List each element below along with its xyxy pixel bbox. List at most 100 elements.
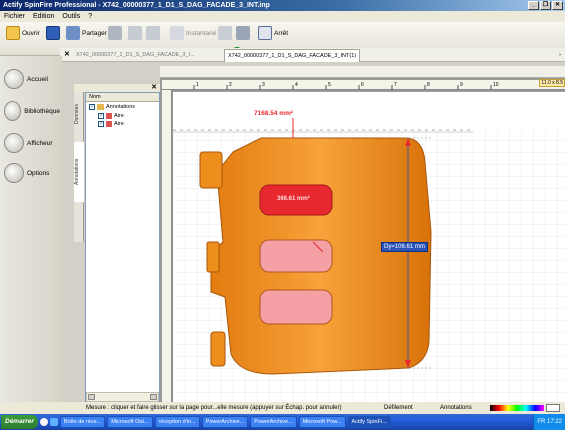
share-icon [66,26,80,40]
nav-options[interactable]: Options [4,160,60,186]
instantane-button[interactable]: Instantané [170,26,216,40]
start-button[interactable]: Démarrer [1,415,38,429]
nav-bibliotheque[interactable]: Bibliothèque [4,98,60,124]
window-title-bar: Actify SpinFire Professional - X742_0000… [0,0,565,11]
view-toolbar [160,66,565,78]
tab-donnees[interactable]: Données [74,94,84,134]
tools-icon [236,26,250,40]
tree-node-aire-1[interactable]: ✓ Aire [98,113,124,119]
minimize-button[interactable]: _ [528,1,539,10]
pad-middle[interactable] [259,239,333,273]
ruler-tick-label: 1 [196,82,199,88]
tree-node-aire-2[interactable]: ✓ Aire [98,121,124,127]
ruler-top-ticks: 1 2 3 4 5 6 7 8 9 10 [193,82,499,90]
ruler-tick-label: 2 [229,82,232,88]
nav-accueil[interactable]: Accueil [4,66,60,92]
stop-icon [258,26,272,40]
camera-button[interactable] [218,26,232,40]
tab-document-1[interactable]: X742_00000377_1_D1_S_DAG_FACADE_3_I... [76,48,195,62]
paste-icon [146,26,160,40]
nav-afficheur[interactable]: Afficheur [4,130,60,156]
menu-edition[interactable]: Edition [33,13,54,20]
nav-accueil-label: Accueil [27,75,48,83]
ruler-tick-label: 3 [262,82,265,88]
tree-label: Aire [114,121,124,127]
quicklaunch-ie-icon[interactable] [49,418,58,426]
task-outlook[interactable]: Microsoft Out... [107,416,153,428]
task-powerpoint[interactable]: Microsoft Pow... [298,416,346,428]
print-button[interactable] [108,26,122,40]
document-tabs: ✕ X742_00000377_1_D1_S_DAG_FACADE_3_I...… [60,48,565,62]
menu-outils[interactable]: Outils [62,13,80,20]
task-boite-reception[interactable]: Boîte de réce... [59,416,106,428]
ruler-tick-label: 9 [460,82,463,88]
tab-document-2[interactable]: X742_00000377_1_D1_S_DAG_FACADE_3_INT(1) [224,49,361,62]
library-icon [4,101,22,121]
tree-column-header: Nom [86,93,159,102]
ouvrir-button[interactable]: Ouvrir [6,26,40,40]
camera-icon [218,26,232,40]
status-annotations[interactable]: Annotations [440,402,472,414]
instantane-label: Instantané [186,29,217,37]
clock: 17:22 [546,419,562,425]
left-navigation: Accueil Bibliothèque Afficheur Options [0,56,62,402]
tree-label: Annotations [106,104,136,110]
ruler-top: 1 2 3 4 5 6 7 8 9 10 11.0 x 8.5 [162,79,565,90]
drawing-page[interactable]: 7168.54 mm² 366.61 mm² Dy=106.61 mm [173,92,565,402]
scroll-left-button[interactable] [88,394,95,400]
tree-horizontal-scrollbar[interactable] [86,392,159,402]
window-title: Actify SpinFire Professional - X742_0000… [3,2,270,9]
tabs-scroll-right[interactable]: › [559,48,561,62]
area-label-pad: 366.61 mm² [277,196,310,202]
tab-annotations[interactable]: Annotations [74,142,84,202]
panel-vertical-tabs: Données Annotations [74,92,84,242]
nav-afficheur-label: Afficheur [27,139,53,147]
current-color-swatch[interactable] [546,404,560,412]
window-controls: _ ❐ ✕ [528,1,563,10]
color-palette-strip[interactable] [490,405,544,411]
status-deplacement[interactable]: Défilement [384,402,413,414]
menu-help[interactable]: ? [88,13,92,20]
pad-bottom[interactable] [259,289,333,325]
system-tray: FR 17:22 [533,414,565,430]
task-reception[interactable]: réception d'in... [154,416,200,428]
status-bar: Mesure : cliquer et faire glisser sur la… [0,402,565,414]
windows-taskbar: Démarrer Boîte de réce... Microsoft Out.… [0,414,565,430]
menu-fichier[interactable]: Fichier [4,13,25,20]
viewer-icon [4,133,24,153]
copy-button[interactable] [128,26,142,40]
task-powerarchive-2[interactable]: PowerArchive... [250,416,297,428]
paste-button[interactable] [146,26,160,40]
arret-button[interactable]: Arrêt [258,26,288,40]
close-doc-icon[interactable]: ✕ [64,48,70,62]
tree-node-annotations[interactable]: ✓ Annotations [89,104,135,110]
folder-icon [6,26,20,40]
quicklaunch-icon[interactable] [39,418,48,426]
save-icon [46,26,60,40]
checkbox[interactable]: ✓ [98,113,104,119]
close-button[interactable]: ✕ [552,1,563,10]
checkbox[interactable]: ✓ [89,104,95,110]
task-powerarchive-1[interactable]: PowerArchive... [201,416,249,428]
mounting-tab-mid [206,241,220,273]
snapshot-icon [170,26,184,40]
maximize-button[interactable]: ❐ [540,1,551,10]
area-icon [106,121,112,127]
ruler-tick-label: 7 [394,82,397,88]
panel-close-icon[interactable]: ✕ [151,83,157,91]
language-indicator[interactable]: FR [537,419,545,425]
drawing-svg [173,92,565,402]
checkbox[interactable]: ✓ [98,121,104,127]
print-icon [108,26,122,40]
area-label-total: 7168.54 mm² [253,110,295,117]
menu-bar: Fichier Edition Outils ? [0,11,565,22]
partager-button[interactable]: Partager [66,26,107,40]
ruler-left [162,90,172,402]
save-button[interactable] [46,26,60,40]
ouvrir-label: Ouvrir [22,29,40,37]
scroll-right-button[interactable] [150,394,157,400]
task-actify-spinfire[interactable]: Actify SpinFi... [347,416,391,428]
tools-button[interactable] [236,26,250,40]
folder-icon [97,104,104,110]
partager-label: Partager [82,29,107,37]
